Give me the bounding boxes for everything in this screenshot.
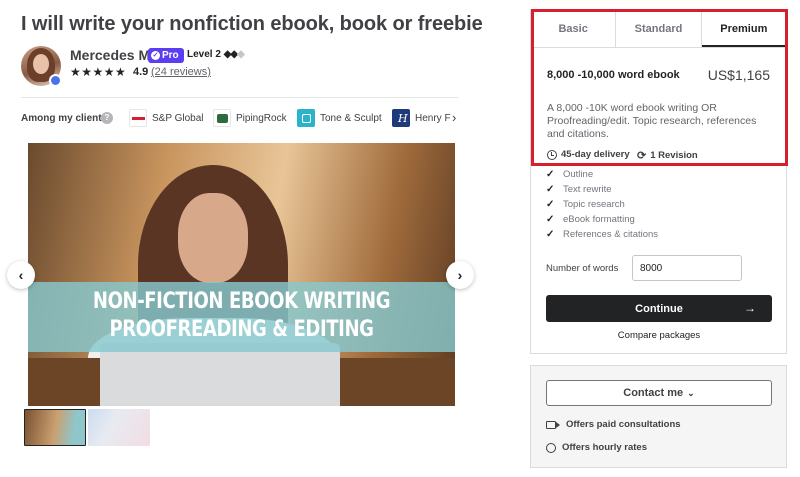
feature-label: Topic research: [563, 198, 625, 210]
delivery-time: 45-day delivery: [547, 149, 630, 160]
refresh-icon: ⟳: [637, 150, 647, 162]
package-tabs: Basic Standard Premium: [531, 10, 786, 48]
words-input[interactable]: [632, 255, 742, 281]
paid-consultations-label: Offers paid consultations: [566, 419, 681, 430]
chevron-right-icon: ›: [457, 267, 463, 283]
package-description: A 8,000 -10K word ebook writing OR Proof…: [547, 102, 757, 140]
contact-card: Contact me ⌄ Offers paid consultations O…: [530, 365, 787, 468]
tab-premium[interactable]: Premium: [701, 10, 786, 47]
feature-label: References & citations: [563, 228, 659, 240]
help-icon[interactable]: ?: [101, 112, 113, 124]
seller-level-label: Level 2: [187, 49, 221, 60]
seller-name[interactable]: Mercedes M.: [70, 47, 154, 63]
feature-label: eBook formatting: [563, 213, 635, 225]
contact-me-label: Contact me: [623, 387, 684, 399]
words-label: Number of words: [546, 263, 619, 274]
paid-consultations: Offers paid consultations: [546, 419, 681, 430]
tab-basic[interactable]: Basic: [531, 10, 617, 47]
client-name: Henry F: [415, 112, 451, 124]
feature-item: ✓ eBook formatting: [546, 212, 635, 226]
client-item[interactable]: H Henry F: [392, 108, 452, 128]
client-item[interactable]: Tone & Sculpt: [297, 108, 382, 128]
rating-score: 4.9: [133, 66, 149, 78]
feature-item: ✓ Text rewrite: [546, 182, 612, 196]
gallery-thumbnail[interactable]: [88, 409, 150, 446]
client-name: PipingRock: [236, 112, 287, 124]
continue-button[interactable]: Continue →: [546, 295, 772, 322]
seller-overview: Mercedes M. ✓ Pro Level 2 ◆◆◆ ★★★★★ 4.9 …: [21, 46, 461, 88]
hourly-rates-label: Offers hourly rates: [562, 442, 647, 453]
gallery-thumbnail[interactable]: [24, 409, 86, 446]
level-diamond-icon: ◆◆: [223, 49, 238, 60]
hourly-rates: Offers hourly rates: [546, 442, 647, 453]
clients-row: Among my clients ? S&P Global PipingRock…: [21, 107, 461, 131]
client-logo-icon: [129, 109, 147, 127]
client-name: Tone & Sculpt: [320, 112, 382, 124]
pro-badge-label: Pro: [162, 50, 179, 61]
level-diamond-empty-icon: ◆: [237, 49, 245, 60]
client-logo-icon: H: [392, 109, 410, 127]
rating-stars-icon: ★★★★★: [70, 65, 127, 79]
check-icon: ✓: [546, 213, 555, 225]
client-logo-icon: [297, 109, 315, 127]
client-logo-icon: [213, 109, 231, 127]
gig-title: I will write your nonfiction ebook, book…: [21, 13, 483, 35]
alarm-clock-icon: [546, 442, 556, 453]
divider: [21, 97, 458, 98]
gallery-banner-line1: NON-FICTION EBOOK WRITING: [92, 289, 391, 314]
feature-label: Text rewrite: [563, 183, 612, 195]
feature-item: ✓ References & citations: [546, 227, 658, 241]
chevron-left-icon: ‹: [18, 267, 24, 283]
gallery-next-button[interactable]: ›: [446, 261, 474, 289]
client-item[interactable]: S&P Global: [129, 108, 204, 128]
online-badge-icon: [49, 74, 62, 87]
feature-item: ✓ Topic research: [546, 197, 625, 211]
compare-packages-link[interactable]: Compare packages: [546, 330, 772, 341]
check-icon: ✓: [546, 168, 555, 180]
client-name: S&P Global: [152, 112, 204, 124]
revisions: ⟳ 1 Revision: [637, 149, 698, 162]
contact-me-button[interactable]: Contact me ⌄: [546, 380, 772, 406]
feature-label: Outline: [563, 168, 594, 180]
continue-label: Continue: [635, 302, 683, 315]
seller-level: Level 2 ◆◆◆: [187, 49, 245, 60]
client-item[interactable]: PipingRock: [213, 108, 287, 128]
revisions-label: 1 Revision: [650, 150, 698, 161]
reviews-link[interactable]: (24 reviews): [151, 66, 211, 78]
check-icon: ✓: [546, 198, 555, 210]
check-icon: ✓: [546, 183, 555, 195]
pro-badge: ✓ Pro: [148, 48, 184, 63]
gallery-banner-line2: PROOFREADING & EDITING: [109, 317, 374, 342]
chevron-down-icon: ⌄: [687, 387, 695, 398]
feature-item: ✓ Outline: [546, 167, 593, 181]
arrow-right-icon: →: [744, 301, 756, 315]
package-title: 8,000 -10,000 word ebook: [547, 69, 680, 81]
clients-label: Among my clients: [21, 113, 108, 124]
video-icon: [546, 420, 560, 429]
package-price: US$1,165: [707, 67, 770, 83]
chevron-right-icon[interactable]: ›: [452, 110, 456, 125]
gallery-prev-button[interactable]: ‹: [7, 261, 35, 289]
verified-check-icon: ✓: [151, 51, 160, 60]
tab-standard[interactable]: Standard: [616, 10, 702, 47]
clock-icon: [547, 149, 557, 160]
delivery-label: 45-day delivery: [561, 149, 630, 160]
check-icon: ✓: [546, 228, 555, 240]
gig-gallery-image: NON-FICTION EBOOK WRITING PROOFREADING &…: [28, 143, 455, 406]
